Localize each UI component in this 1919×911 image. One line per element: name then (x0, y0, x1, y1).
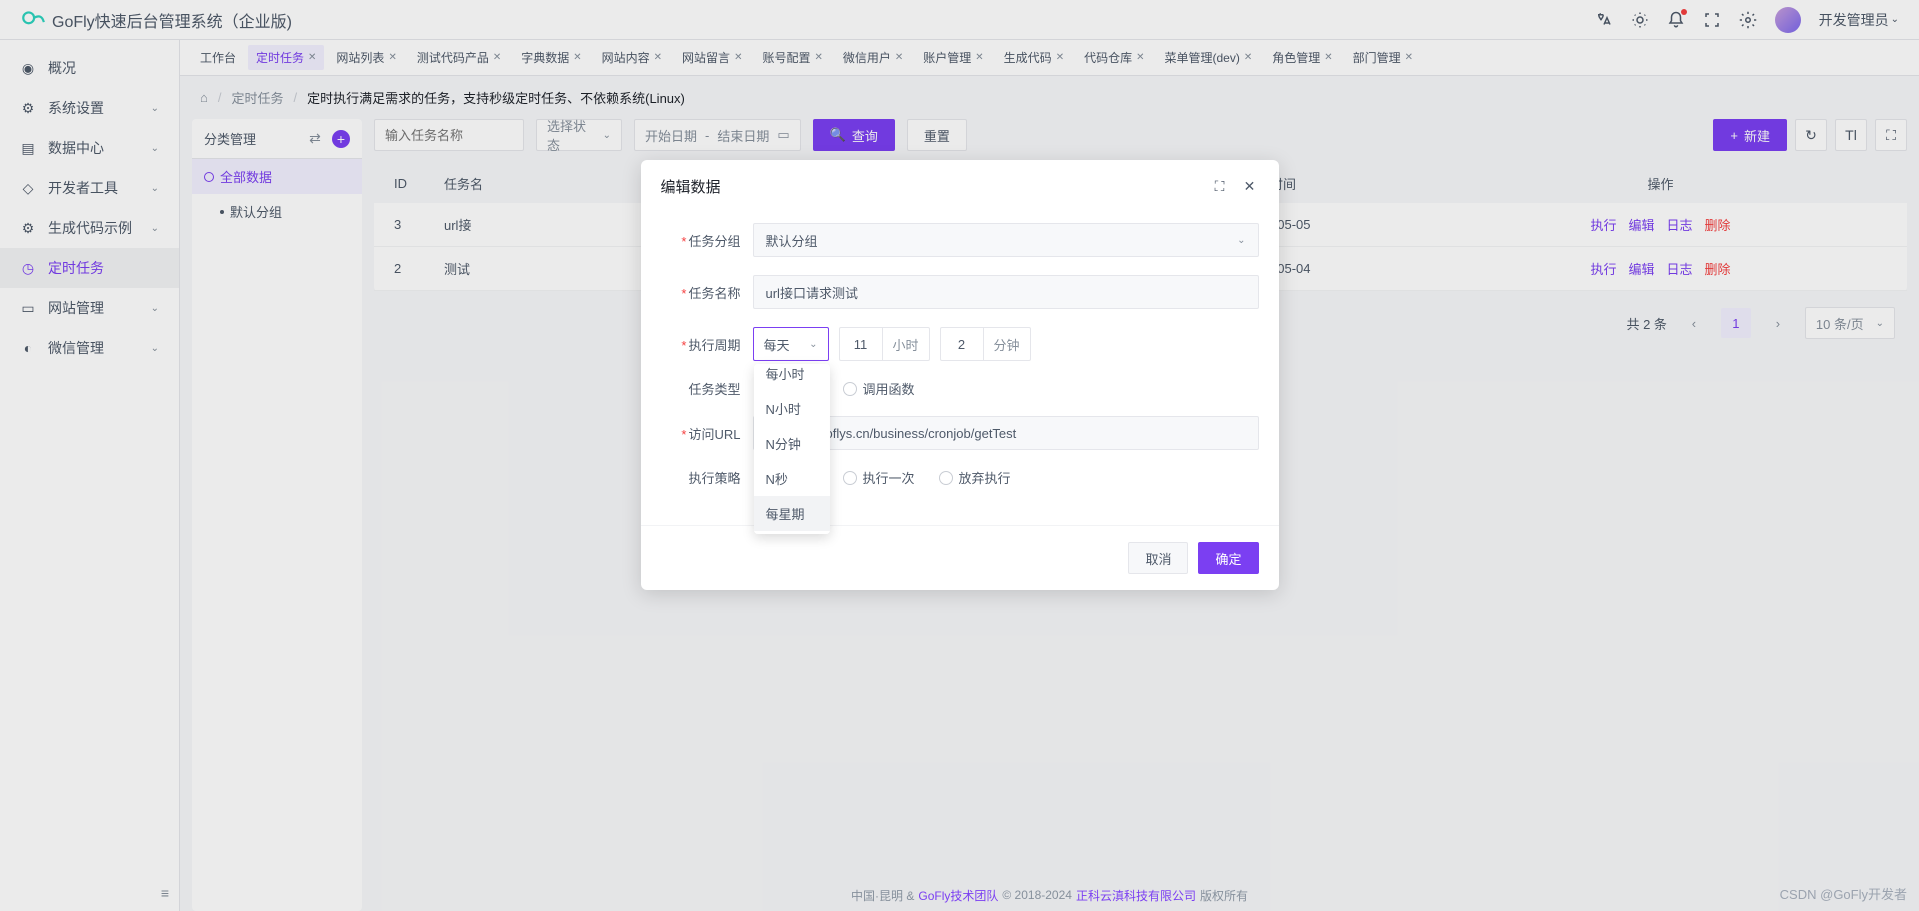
footer-link-company[interactable]: 正科云滇科技有限公司 (1076, 887, 1196, 904)
task-name-field[interactable]: url接口请求测试 (753, 275, 1259, 309)
dropdown-option[interactable]: N秒 (754, 461, 830, 496)
footer-link-team[interactable]: GoFly技术团队 (918, 887, 998, 904)
modal-overlay: 编辑数据 ⛶ ✕ *任务分组 默认分组⌄ *任务名称 url接口请求测试 *执行… (0, 0, 1919, 911)
cancel-button[interactable]: 取消 (1128, 542, 1188, 574)
dropdown-option[interactable]: 每星期 (754, 496, 830, 531)
dropdown-option[interactable]: 每月 (754, 531, 830, 534)
dropdown-option[interactable]: 每小时 (754, 364, 830, 391)
minute-input[interactable] (941, 337, 983, 352)
edit-modal: 编辑数据 ⛶ ✕ *任务分组 默认分组⌄ *任务名称 url接口请求测试 *执行… (641, 160, 1279, 590)
confirm-button[interactable]: 确定 (1198, 542, 1258, 574)
period-dropdown: 每小时N小时N分钟N秒每星期每月 (754, 364, 830, 534)
watermark: CSDN @GoFly开发者 (1780, 884, 1907, 903)
modal-title: 编辑数据 (661, 176, 1211, 197)
dropdown-option[interactable]: N小时 (754, 391, 830, 426)
page-footer: 中国·昆明 & GoFly技术团队 © 2018-2024 正科云滇科技有限公司… (180, 879, 1919, 911)
period-type-select[interactable]: 每天⌄ 每小时N小时N分钟N秒每星期每月 (753, 327, 829, 361)
type-radio-func[interactable]: 调用函数 (843, 379, 915, 398)
strategy-radio-skip[interactable]: 放弃执行 (939, 468, 1011, 487)
dropdown-option[interactable]: N分钟 (754, 426, 830, 461)
modal-fullscreen-icon[interactable]: ⛶ (1211, 178, 1229, 196)
group-select[interactable]: 默认分组⌄ (753, 223, 1259, 257)
hour-input[interactable] (840, 337, 882, 352)
modal-close-icon[interactable]: ✕ (1241, 178, 1259, 196)
strategy-radio-once[interactable]: 执行一次 (843, 468, 915, 487)
